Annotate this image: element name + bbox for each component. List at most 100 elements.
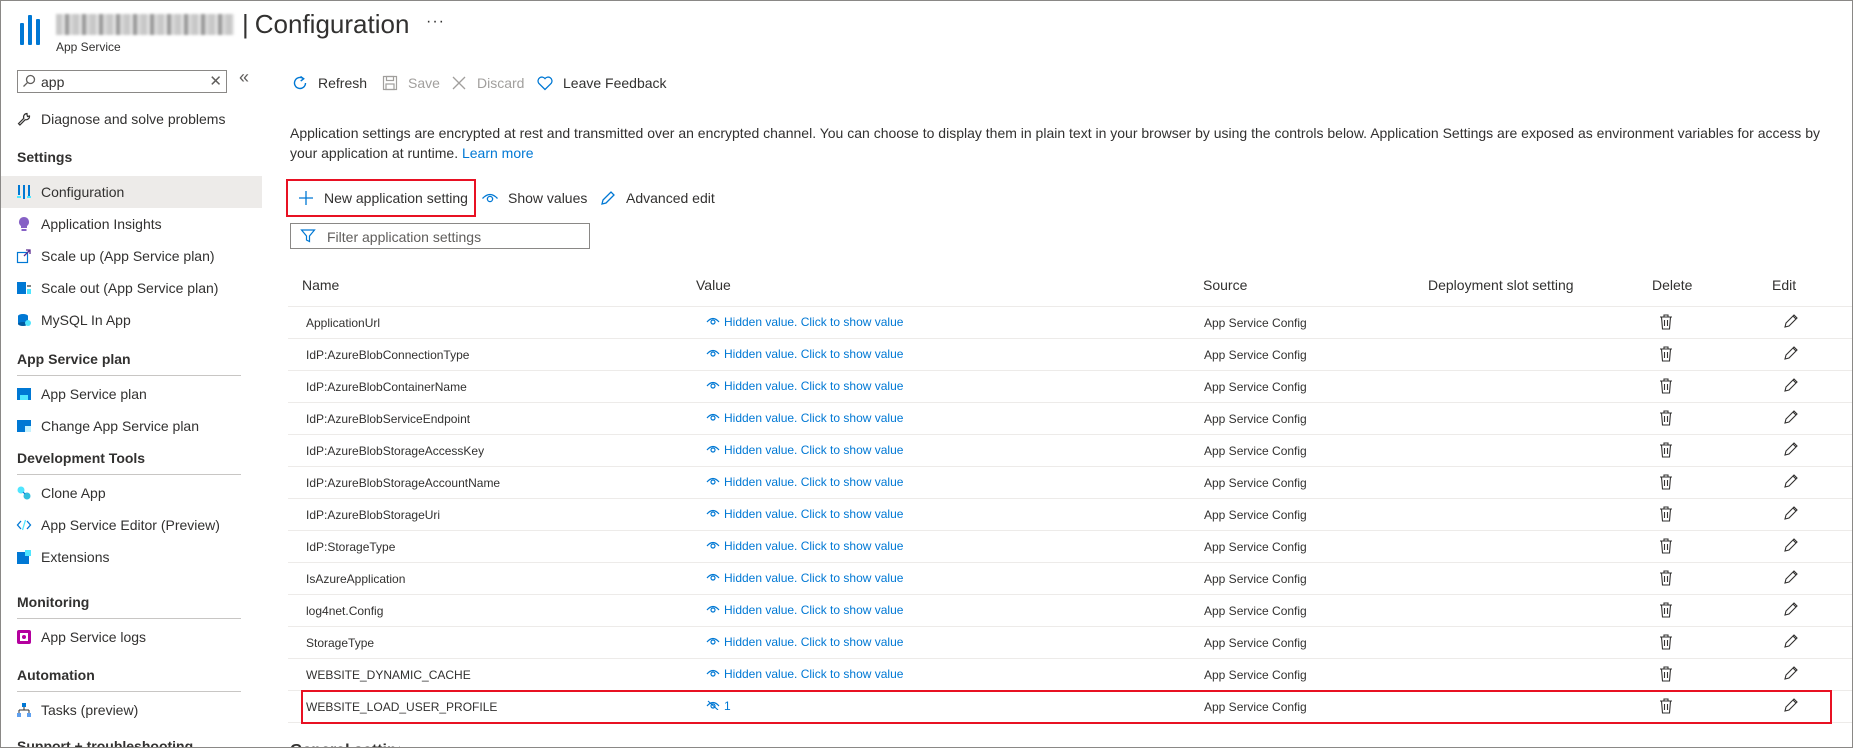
- column-header-source[interactable]: Source: [1203, 277, 1247, 293]
- portal-window: | Configuration App Service ··· app ✕ « D…: [0, 0, 1853, 748]
- table-row[interactable]: ApplicationUrl Hidden value. Click to sho…: [288, 307, 1852, 339]
- setting-source: App Service Config: [1204, 412, 1307, 426]
- setting-name[interactable]: ApplicationUrl: [306, 316, 380, 330]
- sidebar-item-scale-up-app-service-plan[interactable]: Scale up (App Service plan): [1, 240, 262, 272]
- edit-icon[interactable]: [1783, 313, 1799, 329]
- setting-name[interactable]: IdP:AzureBlobStorageAccountName: [306, 476, 500, 490]
- setting-value[interactable]: Hidden value. Click to show value: [706, 539, 903, 553]
- edit-icon[interactable]: [1783, 569, 1799, 585]
- setting-name[interactable]: IdP:StorageType: [306, 540, 395, 554]
- save-label: Save: [408, 75, 440, 91]
- clear-search-icon[interactable]: ✕: [209, 72, 222, 90]
- table-row[interactable]: IdP:AzureBlobContainerName Hidden value. …: [288, 371, 1852, 403]
- sidebar-item-application-insights[interactable]: Application Insights: [1, 208, 262, 240]
- sidebar-item-label: Tasks (preview): [41, 702, 139, 718]
- sidebar-item-scale-out-app-service-plan[interactable]: Scale out (App Service plan): [1, 272, 262, 304]
- setting-value[interactable]: Hidden value. Click to show value: [706, 635, 903, 649]
- app-service-plan-icon: [17, 388, 31, 400]
- eye-icon: [706, 573, 720, 581]
- sidebar-item-clone-app[interactable]: Clone App: [1, 477, 262, 509]
- setting-value[interactable]: Hidden value. Click to show value: [706, 667, 903, 681]
- setting-source: App Service Config: [1204, 636, 1307, 650]
- edit-icon[interactable]: [1783, 665, 1799, 681]
- delete-icon[interactable]: [1658, 377, 1674, 395]
- setting-value[interactable]: Hidden value. Click to show value: [706, 443, 903, 457]
- blade-header: | Configuration App Service ···: [1, 1, 1852, 63]
- collapse-sidebar-icon[interactable]: «: [239, 67, 249, 88]
- table-row[interactable]: IdP:AzureBlobStorageAccountName Hidden va…: [288, 467, 1852, 499]
- setting-value[interactable]: Hidden value. Click to show value: [706, 603, 903, 617]
- setting-name[interactable]: IdP:AzureBlobServiceEndpoint: [306, 412, 470, 426]
- edit-icon[interactable]: [1783, 633, 1799, 649]
- table-row[interactable]: IdP:AzureBlobConnectionType Hidden value.…: [288, 339, 1852, 371]
- general-settings-heading: General settings: [290, 742, 400, 747]
- table-row[interactable]: StorageType Hidden value. Click to show v…: [288, 627, 1852, 659]
- column-header-slot[interactable]: Deployment slot setting: [1428, 277, 1574, 293]
- table-row[interactable]: IsAzureApplication Hidden value. Click to…: [288, 563, 1852, 595]
- table-row[interactable]: IdP:AzureBlobStorageUri Hidden value. Cli…: [288, 499, 1852, 531]
- filter-settings-input[interactable]: Filter application settings: [290, 223, 590, 249]
- delete-icon[interactable]: [1658, 345, 1674, 363]
- learn-more-link[interactable]: Learn more: [462, 145, 534, 161]
- edit-icon[interactable]: [1783, 409, 1799, 425]
- delete-icon[interactable]: [1658, 537, 1674, 555]
- table-row[interactable]: IdP:AzureBlobStorageAccessKey Hidden valu…: [288, 435, 1852, 467]
- sidebar-item-mysql-in-app[interactable]: MySQL In App: [1, 304, 262, 336]
- edit-icon[interactable]: [1783, 441, 1799, 457]
- edit-icon[interactable]: [1783, 537, 1799, 553]
- setting-value[interactable]: Hidden value. Click to show value: [706, 379, 903, 393]
- table-row[interactable]: log4net.Config Hidden value. Click to sho…: [288, 595, 1852, 627]
- edit-icon[interactable]: [1783, 505, 1799, 521]
- sidebar-item-configuration[interactable]: Configuration: [1, 176, 262, 208]
- setting-name[interactable]: IdP:AzureBlobStorageAccessKey: [306, 444, 484, 458]
- delete-icon[interactable]: [1658, 441, 1674, 459]
- setting-value[interactable]: Hidden value. Click to show value: [706, 411, 903, 425]
- sidebar-item-tasks-preview[interactable]: Tasks (preview): [1, 694, 262, 726]
- sidebar-item-app-service-plan[interactable]: App Service plan: [1, 378, 262, 410]
- delete-icon[interactable]: [1658, 601, 1674, 619]
- delete-icon[interactable]: [1658, 505, 1674, 523]
- setting-value[interactable]: Hidden value. Click to show value: [706, 507, 903, 521]
- column-header-name[interactable]: Name: [302, 277, 339, 293]
- table-row[interactable]: IdP:StorageType Hidden value. Click to sh…: [288, 531, 1852, 563]
- sidebar-item-change-app-service-plan[interactable]: Change App Service plan: [1, 410, 262, 442]
- setting-name[interactable]: IsAzureApplication: [306, 572, 405, 586]
- setting-source: App Service Config: [1204, 444, 1307, 458]
- delete-icon[interactable]: [1658, 313, 1674, 331]
- sidebar-section-development-tools: Development Tools: [17, 450, 146, 466]
- column-header-delete: Delete: [1652, 277, 1693, 293]
- setting-name[interactable]: log4net.Config: [306, 604, 383, 618]
- delete-icon[interactable]: [1658, 473, 1674, 491]
- sidebar-item-app-service-logs[interactable]: App Service logs: [1, 621, 262, 653]
- delete-icon[interactable]: [1658, 633, 1674, 651]
- sidebar-item-diagnose-and-solve-problems[interactable]: Diagnose and solve problems: [1, 103, 262, 135]
- setting-value[interactable]: Hidden value. Click to show value: [706, 315, 903, 329]
- save-icon: [382, 75, 398, 91]
- setting-name[interactable]: IdP:AzureBlobStorageUri: [306, 508, 440, 522]
- setting-name[interactable]: IdP:AzureBlobConnectionType: [306, 348, 469, 362]
- sidebar-search-input[interactable]: app ✕: [17, 70, 227, 93]
- delete-icon[interactable]: [1658, 569, 1674, 587]
- setting-value[interactable]: Hidden value. Click to show value: [706, 475, 903, 489]
- more-options-icon[interactable]: ···: [426, 13, 445, 31]
- clone-icon: [17, 486, 31, 500]
- delete-icon[interactable]: [1658, 409, 1674, 427]
- delete-icon[interactable]: [1658, 665, 1674, 683]
- setting-name[interactable]: WEBSITE_DYNAMIC_CACHE: [306, 668, 471, 682]
- table-row[interactable]: IdP:AzureBlobServiceEndpoint Hidden value…: [288, 403, 1852, 435]
- setting-name[interactable]: IdP:AzureBlobContainerName: [306, 380, 467, 394]
- edit-icon[interactable]: [1783, 601, 1799, 617]
- sidebar-item-extensions[interactable]: Extensions: [1, 541, 262, 573]
- edit-icon[interactable]: [1783, 377, 1799, 393]
- column-header-value[interactable]: Value: [696, 277, 731, 293]
- setting-value[interactable]: Hidden value. Click to show value: [706, 571, 903, 585]
- sidebar-item-app-service-editor-preview[interactable]: App Service Editor (Preview): [1, 509, 262, 541]
- setting-source: App Service Config: [1204, 540, 1307, 554]
- sidebar-section-monitoring: Monitoring: [17, 594, 90, 610]
- highlight-website-load-user-profile: [301, 690, 1832, 724]
- edit-icon[interactable]: [1783, 345, 1799, 361]
- table-row[interactable]: WEBSITE_DYNAMIC_CACHE Hidden value. Click…: [288, 659, 1852, 691]
- edit-icon[interactable]: [1783, 473, 1799, 489]
- setting-value[interactable]: Hidden value. Click to show value: [706, 347, 903, 361]
- setting-name[interactable]: StorageType: [306, 636, 374, 650]
